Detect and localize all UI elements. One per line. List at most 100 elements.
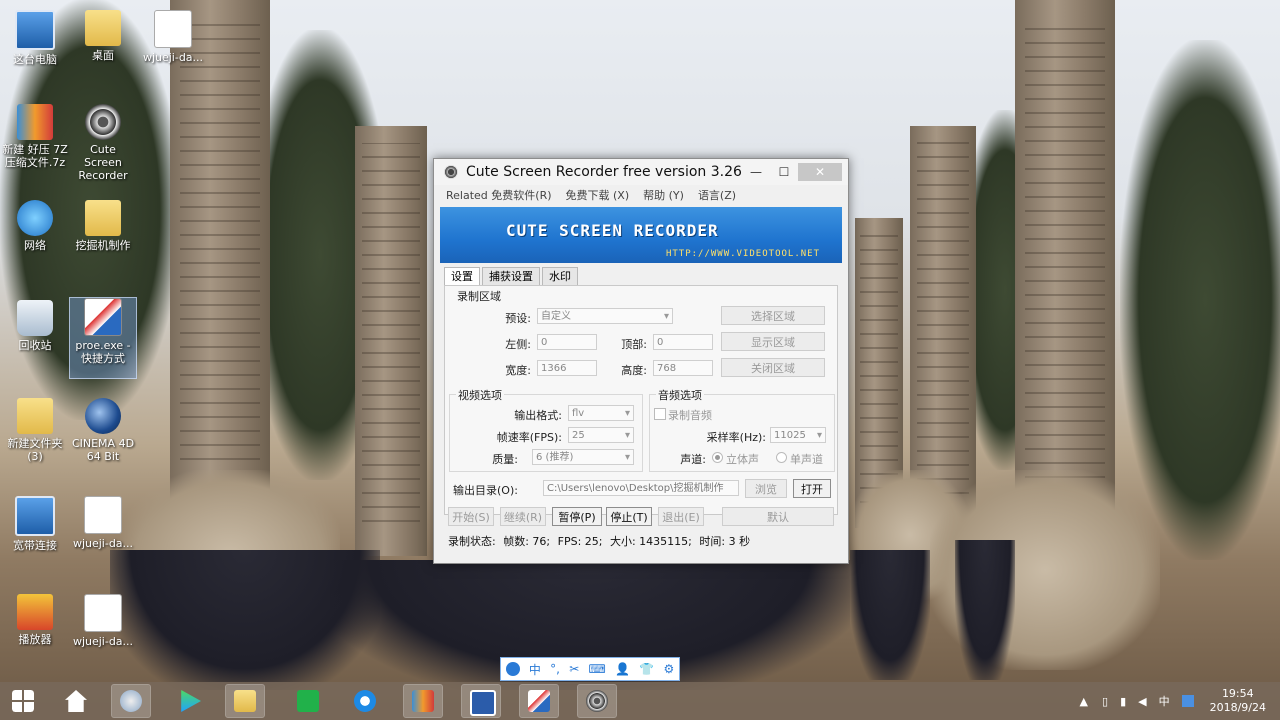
audio-options-label: 音频选项 <box>656 387 704 403</box>
taskbar-iqiyi[interactable] <box>289 685 327 717</box>
taskbar-archive-app[interactable] <box>403 684 443 718</box>
tab-settings[interactable]: 设置 <box>444 267 480 285</box>
open-folder-button[interactable]: 打开 <box>793 479 831 498</box>
close-button[interactable]: ✕ <box>798 163 842 181</box>
ime-skin-icon[interactable]: 👕 <box>639 662 654 676</box>
desktop-icon-network[interactable]: 网络 <box>2 200 68 252</box>
output-format-dropdown[interactable]: flv <box>568 405 634 422</box>
tab-capture-settings[interactable]: 捕获设置 <box>482 267 540 285</box>
desktop-icon-cinema4d[interactable]: CINEMA 4D 64 Bit <box>70 398 136 463</box>
top-input[interactable]: 0 <box>653 334 713 350</box>
taskbar-pinned-app-1[interactable] <box>111 684 151 718</box>
ime-indicator[interactable]: 中 <box>1159 693 1170 709</box>
minimize-button[interactable]: — <box>742 163 770 181</box>
quality-label: 质量: <box>492 453 518 466</box>
tray-arrow-icon[interactable]: ▲ <box>1080 695 1088 708</box>
iqiyi-icon <box>297 690 319 712</box>
default-button[interactable]: 默认 <box>722 507 834 526</box>
desktop-icon-recycle-bin[interactable]: 回收站 <box>2 300 68 352</box>
desktop-icon-label: Cute Screen Recorder <box>78 143 128 182</box>
menu-free-download[interactable]: 免费下载 (X) <box>566 187 630 203</box>
start-button-windows[interactable] <box>4 685 42 717</box>
frame-rate-dropdown[interactable]: 25 <box>568 427 634 444</box>
desktop-icon-broadband[interactable]: 宽带连接 <box>2 496 68 552</box>
left-input[interactable]: 0 <box>537 334 597 350</box>
show-area-button[interactable]: 显示区域 <box>721 332 825 351</box>
output-format-label: 输出格式: <box>514 409 562 422</box>
folder-icon <box>85 200 121 236</box>
taskbar-file-explorer[interactable] <box>225 684 265 718</box>
exit-button[interactable]: 退出(E) <box>658 507 704 526</box>
stereo-radio[interactable] <box>712 452 723 463</box>
file-icon <box>84 594 122 632</box>
record-audio-checkbox[interactable] <box>654 408 666 420</box>
title-bar[interactable]: Cute Screen Recorder free version 3.26..… <box>434 159 848 185</box>
close-area-button[interactable]: 关闭区域 <box>721 358 825 377</box>
taskbar-browser[interactable] <box>346 685 384 717</box>
clock[interactable]: 19:54 2018/9/24 <box>1210 687 1266 715</box>
ime-chinese-mode[interactable]: 中 <box>529 661 541 678</box>
desktop-icon-player[interactable]: 播放器 <box>2 594 68 646</box>
browse-button[interactable]: 浏览 <box>745 479 787 498</box>
pause-button[interactable]: 暂停(P) <box>552 507 602 526</box>
computer-icon <box>15 10 55 50</box>
banner-url[interactable]: HTTP://WWW.VIDEOTOOL.NET <box>666 249 820 259</box>
user-tray-icon[interactable] <box>1181 695 1194 707</box>
app-banner: CUTE SCREEN RECORDER HTTP://WWW.VIDEOTOO… <box>440 207 842 263</box>
stop-button[interactable]: 停止(T) <box>606 507 652 526</box>
battery-icon[interactable]: ▯ <box>1102 695 1108 708</box>
taskbar-home[interactable] <box>57 685 95 717</box>
film-reel-icon <box>586 690 608 712</box>
volume-icon[interactable]: ◀ <box>1138 695 1146 708</box>
home-icon <box>65 690 87 712</box>
desktop-icon-7z-archive[interactable]: 新建 好压 7Z 压缩文件.7z <box>2 104 68 169</box>
mono-radio[interactable] <box>776 452 787 463</box>
output-dir-input[interactable]: C:\Users\lenovo\Desktop\挖掘机制作 <box>543 480 739 496</box>
desktop-icon-wjueji-3[interactable]: wjueji-da... <box>70 594 136 648</box>
ime-settings-icon[interactable]: ⚙ <box>664 662 675 676</box>
tab-watermark[interactable]: 水印 <box>542 267 578 285</box>
desktop-icon-proe-shortcut[interactable]: proe.exe - 快捷方式 <box>69 297 137 379</box>
folder-icon <box>85 10 121 46</box>
sample-rate-dropdown[interactable]: 11025 <box>770 427 826 444</box>
frame-rate-label: 帧速率(FPS): <box>496 431 562 444</box>
width-label: 宽度: <box>505 364 531 377</box>
ime-toolbar: 中 °, ✂ ⌨ 👤 👕 ⚙ <box>500 657 680 681</box>
audio-options-group: 音频选项 录制音频 采样率(Hz): 11025 声道: 立体声 单声道 <box>649 387 835 472</box>
desktop-icon-folder-wajueji[interactable]: 挖掘机制作 <box>70 200 136 252</box>
height-input[interactable]: 768 <box>653 360 713 376</box>
menu-language[interactable]: 语言(Z) <box>698 187 736 203</box>
archive-icon <box>17 104 53 140</box>
preset-dropdown[interactable]: 自定义 <box>537 308 673 325</box>
ime-logo-icon[interactable] <box>505 662 520 676</box>
taskbar-proe[interactable] <box>519 684 559 718</box>
resume-button[interactable]: 继续(R) <box>500 507 546 526</box>
taskbar-media-player[interactable] <box>171 685 209 717</box>
ime-scissors-icon[interactable]: ✂ <box>569 662 579 676</box>
width-input[interactable]: 1366 <box>537 360 597 376</box>
ie-browser-icon <box>354 690 376 712</box>
network-icon[interactable]: ▮ <box>1120 695 1126 708</box>
menu-related[interactable]: Related 免费软件(R) <box>446 187 552 203</box>
start-button[interactable]: 开始(S) <box>448 507 494 526</box>
taskbar-word[interactable] <box>461 684 501 718</box>
ime-user-icon[interactable]: 👤 <box>615 662 630 676</box>
select-area-button[interactable]: 选择区域 <box>721 306 825 325</box>
taskbar-cute-screen-recorder[interactable] <box>577 684 617 718</box>
file-icon <box>84 496 122 534</box>
quality-dropdown[interactable]: 6 (推荐) <box>532 449 634 466</box>
ime-punctuation-icon[interactable]: °, <box>550 662 560 676</box>
sample-rate-label: 采样率(Hz): <box>706 431 766 444</box>
desktop-icon-this-pc[interactable]: 这台电脑 <box>2 10 68 66</box>
desktop-icon-wjueji-2[interactable]: wjueji-da... <box>70 496 136 550</box>
status-size: 大小: 1435115; <box>609 535 692 548</box>
video-options-group: 视频选项 输出格式: flv 帧速率(FPS): 25 质量: 6 (推荐) <box>449 387 643 472</box>
desktop-icon-desktop[interactable]: 桌面 <box>70 10 136 62</box>
desktop-icon-cute-screen-recorder[interactable]: Cute Screen Recorder <box>70 104 136 182</box>
status-fps: FPS: 25; <box>557 535 603 548</box>
maximize-button[interactable]: ☐ <box>770 163 798 181</box>
menu-help[interactable]: 帮助 (Y) <box>643 187 684 203</box>
ime-keyboard-icon[interactable]: ⌨ <box>589 662 606 676</box>
desktop-icon-new-folder-3[interactable]: 新建文件夹 (3) <box>2 398 68 463</box>
desktop-icon-wjueji-1[interactable]: wjueji-da... <box>140 10 206 64</box>
